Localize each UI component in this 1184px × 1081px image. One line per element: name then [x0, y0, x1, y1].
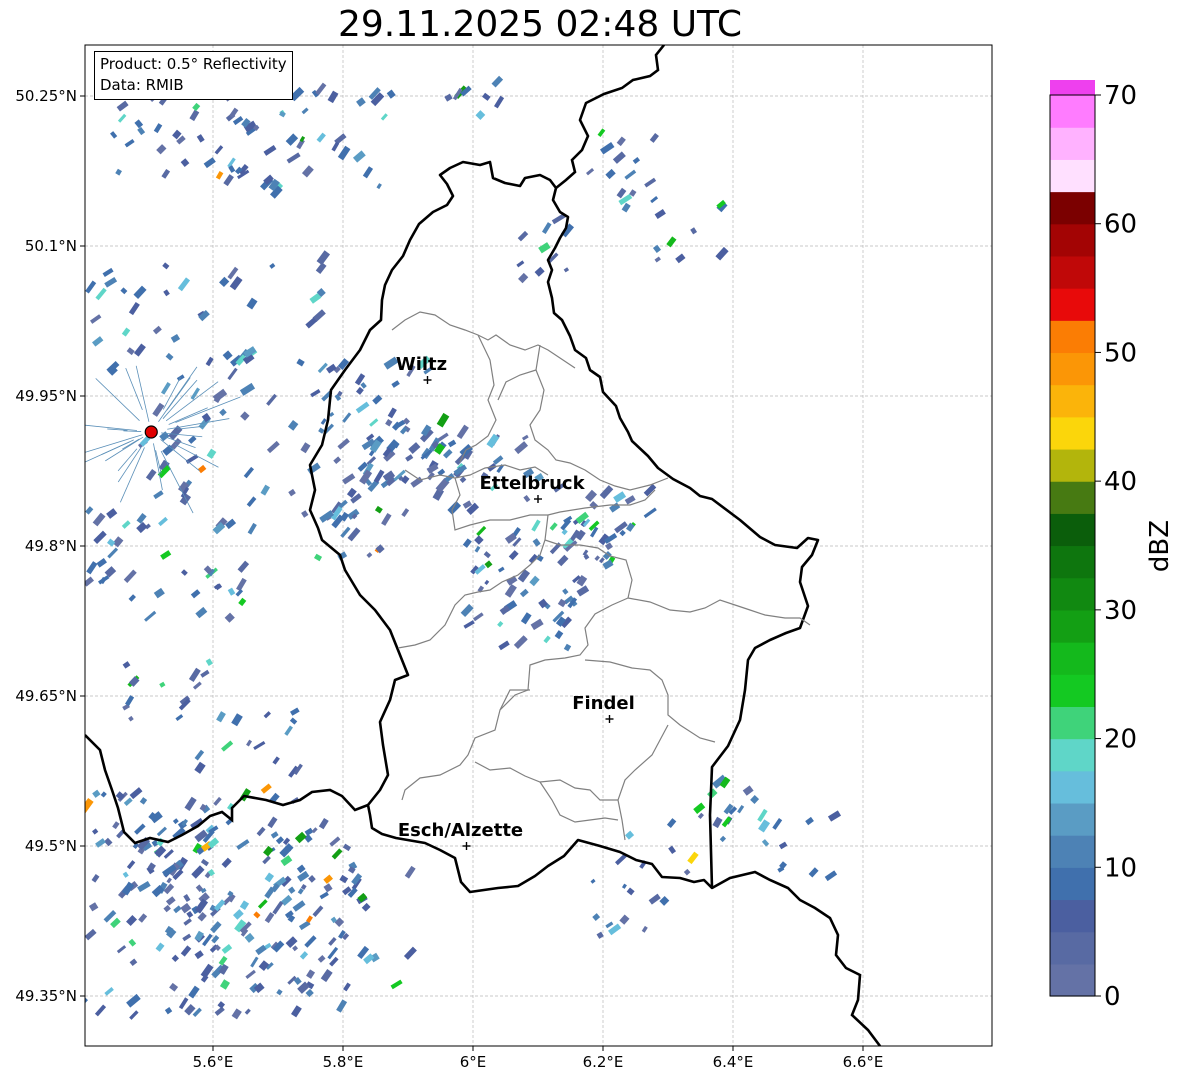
echo-cell: [55, 891, 65, 904]
map-background: [85, 45, 992, 1046]
colorbar-cell: [1050, 642, 1095, 675]
lat-tick-label: 49.35°N: [15, 987, 77, 1005]
colorbar-cell: [1050, 416, 1095, 450]
city-label: Esch/Alzette: [398, 820, 523, 841]
lon-tick-label: 5.8°E: [323, 1053, 364, 1071]
lon-tick-label: 5.6°E: [193, 1053, 234, 1071]
product-label: Product: 0.5° Reflectivity: [100, 55, 287, 73]
colorbar-cell: [1050, 738, 1095, 772]
echo-cell: [71, 952, 81, 962]
colorbar-cell: [1050, 867, 1095, 901]
colorbar-cell: [1050, 545, 1095, 579]
colorbar-cell: [1050, 223, 1095, 257]
colorbar-cell: [1050, 963, 1095, 997]
colorbar: 0 10 20 30 40 50 60 70 dBZ: [1049, 80, 1175, 1012]
echo-cell: [44, 882, 55, 890]
echo-cell: [73, 1009, 81, 1016]
echo-cell: [40, 864, 53, 878]
lat-tick-label: 50.25°N: [15, 87, 77, 105]
colorbar-cell: [1050, 95, 1095, 128]
lat-tick-label: 49.5°N: [25, 837, 77, 855]
colorbar-cell: [1050, 577, 1095, 611]
data-source-label: Data: RMIB: [100, 76, 184, 94]
city-label: Findel: [572, 693, 635, 714]
colorbar-tick-label: 50: [1104, 338, 1137, 368]
lat-tick-label: 49.8°N: [25, 537, 77, 555]
colorbar-cells: [1050, 80, 1095, 997]
echo-cell: [51, 854, 64, 866]
colorbar-tick-label: 20: [1104, 725, 1137, 755]
colorbar-tick-label: 30: [1104, 596, 1137, 626]
city-label: Wiltz: [396, 354, 447, 375]
colorbar-cell: [1050, 320, 1095, 354]
echo-cell: [64, 1006, 70, 1012]
lon-tick-label: 6.2°E: [583, 1053, 624, 1071]
echo-cell: [45, 862, 51, 868]
colorbar-tick-label: 70: [1104, 81, 1137, 111]
colorbar-tick-label: 10: [1104, 853, 1137, 883]
colorbar-cell: [1050, 899, 1095, 933]
colorbar-cell: [1050, 513, 1095, 547]
colorbar-label: dBZ: [1145, 520, 1175, 572]
radar-site: [144, 425, 158, 439]
colorbar-cell: [1050, 159, 1095, 193]
lat-tick-label: 49.95°N: [15, 387, 77, 405]
colorbar-ticks: 0 10 20 30 40 50 60 70: [1095, 81, 1137, 1012]
echo-cell: [47, 805, 61, 817]
lat-tick-label: 50.1°N: [25, 237, 77, 255]
colorbar-cell: [1050, 384, 1095, 418]
colorbar-cell: [1050, 481, 1095, 514]
colorbar-cell: [1050, 770, 1095, 804]
echo-cell: [60, 856, 73, 869]
echo-cell: [57, 882, 67, 892]
colorbar-cell: [1050, 191, 1095, 225]
product-info-box: Product: 0.5° Reflectivity Data: RMIB: [94, 51, 293, 100]
colorbar-cell: [1050, 706, 1095, 740]
echo-cell: [68, 560, 77, 570]
lon-tick-label: 6°E: [460, 1053, 487, 1071]
colorbar-cell: [1050, 448, 1095, 482]
colorbar-cell: [1050, 288, 1095, 321]
lon-tick-label: 6.6°E: [843, 1053, 884, 1071]
colorbar-cell: [1050, 609, 1095, 643]
colorbar-tick-label: 0: [1104, 982, 1121, 1012]
colorbar-cell: [1050, 835, 1095, 868]
colorbar-cell: [1050, 127, 1095, 160]
echo-cell: [70, 588, 77, 595]
echo-cell: [67, 596, 77, 606]
colorbar-cell: [1050, 255, 1095, 289]
lon-tick-label: 6.4°E: [713, 1053, 754, 1071]
lat-tick-label: 49.65°N: [15, 687, 77, 705]
echo-cell: [64, 920, 78, 934]
colorbar-cell: [1050, 80, 1095, 96]
colorbar-cell: [1050, 352, 1095, 386]
colorbar-tick-label: 60: [1104, 210, 1137, 240]
city-label: Ettelbruck: [479, 473, 585, 494]
colorbar-cell: [1050, 674, 1095, 707]
echo-cell: [40, 822, 50, 833]
colorbar-cell: [1050, 802, 1095, 836]
radar-site-marker: [144, 425, 158, 439]
colorbar-cell: [1050, 931, 1095, 965]
radar-map: 5.6°E 5.8°E 6°E 6.2°E 6.4°E 6.6°E 50.25°N 50.1°…: [15, 44, 993, 1071]
echo-cell: [71, 513, 79, 522]
echo-cell: [42, 900, 54, 913]
colorbar-tick-label: 40: [1104, 467, 1137, 497]
